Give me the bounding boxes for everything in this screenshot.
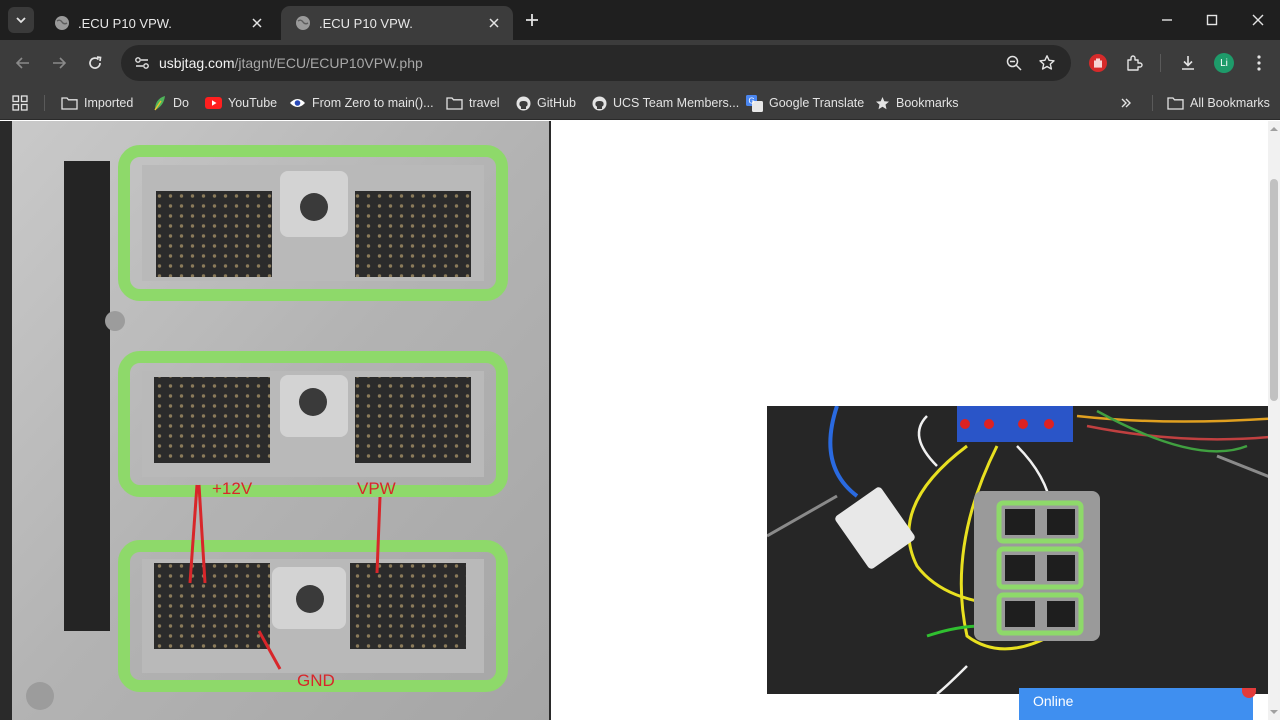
plus-icon <box>526 14 538 26</box>
all-bookmarks-button[interactable]: All Bookmarks <box>1167 92 1270 114</box>
chat-online-widget[interactable]: Online <box>1019 688 1253 720</box>
bookmark-google-translate[interactable]: G Google Translate <box>746 92 864 114</box>
scrollbar-thumb[interactable] <box>1270 179 1278 401</box>
bookmark-label: Do <box>173 96 189 110</box>
star-icon <box>876 96 889 109</box>
minimize-button[interactable] <box>1155 8 1179 32</box>
scroll-down-arrow-icon[interactable] <box>1270 708 1278 716</box>
chevron-down-icon <box>16 17 26 24</box>
connector-top <box>118 145 508 301</box>
tab-title: .ECU P10 VPW. <box>319 15 413 31</box>
reload-icon <box>89 56 102 69</box>
tab-ecu-p10-vpw-2[interactable]: .ECU P10 VPW. <box>281 6 513 40</box>
close-window-button[interactable] <box>1246 8 1270 32</box>
address-bar[interactable]: usbjtag.com/jtagnt/ECU/ECUP10VPW.php <box>121 45 1071 81</box>
new-tab-button[interactable] <box>521 9 543 31</box>
arrow-left-icon <box>15 57 29 69</box>
bookmark-do[interactable]: Do <box>152 92 189 114</box>
bookmark-bookmarks[interactable]: Bookmarks <box>875 92 959 114</box>
ecu-screw <box>105 311 125 331</box>
plus12v-label: +12V <box>212 479 253 498</box>
tab-search-button[interactable] <box>8 7 34 33</box>
bookmarks-bar: Imported Do YouTube From Zero to main().… <box>0 86 1280 120</box>
globe-icon <box>296 16 310 30</box>
page-scrollbar[interactable] <box>1268 121 1280 720</box>
maximize-icon <box>1206 14 1218 26</box>
github-icon <box>516 96 531 110</box>
apps-grid-icon <box>12 95 28 111</box>
bookmark-youtube[interactable]: YouTube <box>205 92 277 114</box>
bookmark-label: GitHub <box>537 96 576 110</box>
tab-ecu-p10-vpw-1[interactable]: .ECU P10 VPW. <box>40 6 276 40</box>
page-content: +12V VPW GND Online <box>0 121 1268 720</box>
menu-kebab-icon[interactable] <box>1248 52 1270 74</box>
bookmark-travel[interactable]: travel <box>446 92 500 114</box>
url-host: usbjtag.com <box>159 55 235 71</box>
globe-icon <box>55 16 69 30</box>
download-icon[interactable] <box>1177 52 1199 74</box>
bookmark-label: UCS Team Members... <box>613 96 740 110</box>
bookmarks-separator <box>1152 95 1153 111</box>
tab-strip: .ECU P10 VPW. .ECU P10 VPW. <box>0 0 1280 40</box>
maximize-button[interactable] <box>1200 8 1224 32</box>
vpw-label: VPW <box>357 479 396 498</box>
bookmark-label: Imported <box>84 96 134 110</box>
browser-toolbar: usbjtag.com/jtagnt/ECU/ECUP10VPW.php Li <box>0 40 1280 86</box>
folder-icon <box>446 97 463 110</box>
bookmark-star-icon[interactable] <box>1038 54 1056 72</box>
profile-avatar[interactable]: Li <box>1214 53 1234 73</box>
reload-button[interactable] <box>83 51 107 75</box>
bookmark-ucs-team-members[interactable]: UCS Team Members... <box>592 92 739 114</box>
folder-icon <box>61 97 78 110</box>
forward-button[interactable] <box>47 51 71 75</box>
bookmark-imported[interactable]: Imported <box>61 92 133 114</box>
bookmarks-separator <box>44 95 45 111</box>
mini-ecu <box>974 491 1100 641</box>
scroll-up-arrow-icon[interactable] <box>1270 125 1278 133</box>
bookmark-label: Google Translate <box>769 96 865 110</box>
bookmark-label: From Zero to main()... <box>312 96 434 110</box>
toolbar-separator <box>1160 54 1161 72</box>
tab-title: .ECU P10 VPW. <box>78 15 172 31</box>
gnd-label: GND <box>297 671 335 690</box>
url-text[interactable]: usbjtag.com/jtagnt/ECU/ECUP10VPW.php <box>159 55 423 71</box>
bench-wiring-video[interactable] <box>767 406 1268 694</box>
ecu-screw <box>26 682 54 710</box>
extension-hand-icon[interactable] <box>1087 52 1109 74</box>
zoom-icon[interactable] <box>1005 54 1023 72</box>
bookmark-label: Bookmarks <box>896 96 959 110</box>
bookmark-github[interactable]: GitHub <box>516 92 576 114</box>
arrow-right-icon <box>53 57 67 69</box>
ecu-side-slot <box>64 161 110 631</box>
eye-icon <box>290 99 305 107</box>
bookmark-label: YouTube <box>228 96 278 110</box>
leaf-icon <box>154 96 165 111</box>
github-icon <box>592 96 607 110</box>
chat-status-dot <box>1242 688 1256 698</box>
bookmark-label: travel <box>469 96 500 110</box>
ecu-pinout-photo: +12V VPW GND <box>0 121 551 720</box>
minimize-icon <box>1162 19 1172 21</box>
url-path: /jtagnt/ECU/ECUP10VPW.php <box>234 55 423 71</box>
interface-board <box>957 406 1073 442</box>
translate-icon: G <box>746 94 763 112</box>
double-chevron-right-icon <box>1121 98 1131 108</box>
close-tab-icon[interactable] <box>248 14 266 32</box>
connector-bottom <box>118 540 508 692</box>
more-bookmarks-button[interactable] <box>1120 92 1138 114</box>
extensions-puzzle-icon[interactable] <box>1123 52 1145 74</box>
svg-text:G: G <box>749 96 755 105</box>
folder-icon <box>1167 97 1184 110</box>
close-tab-icon[interactable] <box>485 14 503 32</box>
youtube-icon <box>205 97 222 109</box>
connector-middle <box>118 351 508 497</box>
bookmark-label: All Bookmarks <box>1190 96 1270 110</box>
apps-grid-button[interactable] <box>12 92 34 114</box>
site-settings-icon[interactable] <box>133 54 151 72</box>
close-icon <box>1252 14 1264 26</box>
bookmark-from-zero-to-main[interactable]: From Zero to main()... <box>289 92 434 114</box>
back-button[interactable] <box>11 51 35 75</box>
